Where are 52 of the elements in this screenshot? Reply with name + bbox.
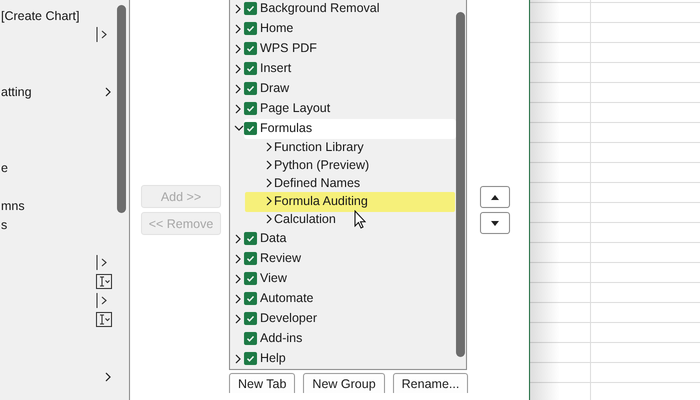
scrollbar-thumb[interactable]	[456, 12, 465, 357]
group-label[interactable]: Calculation	[274, 212, 336, 226]
dialog-button[interactable]: Rename...	[392, 373, 468, 393]
dialog-button[interactable]: New Tab	[229, 373, 296, 393]
checkbox[interactable]	[244, 232, 257, 245]
triangle-up-icon	[491, 194, 499, 200]
tab-label[interactable]: Draw	[260, 81, 290, 95]
list-item[interactable]: e	[0, 160, 8, 174]
checkbox[interactable]	[244, 62, 257, 75]
dialog-button[interactable]: New Group	[303, 373, 385, 393]
move-down-button[interactable]	[480, 212, 510, 234]
checkbox[interactable]	[244, 82, 257, 95]
checkbox[interactable]	[244, 102, 257, 115]
group-label[interactable]: Formula Auditing	[274, 194, 368, 208]
checkbox[interactable]	[244, 252, 257, 265]
checkbox[interactable]	[244, 22, 257, 35]
list-item[interactable]: s	[0, 218, 8, 232]
checkbox[interactable]	[244, 292, 257, 305]
list-item[interactable]: mns	[0, 198, 25, 212]
tab-label[interactable]: Home	[260, 21, 294, 35]
checkbox[interactable]	[244, 312, 257, 325]
tab-label[interactable]: WPS PDF	[260, 41, 317, 55]
checkbox[interactable]	[244, 42, 257, 55]
checkbox[interactable]	[244, 352, 257, 365]
tab-label[interactable]: Help	[260, 351, 286, 365]
text-dropdown-icon	[96, 312, 112, 327]
tab-label[interactable]: Developer	[260, 311, 317, 325]
chevron-right-icon	[104, 86, 112, 96]
triangle-down-icon	[491, 220, 499, 226]
tab-label[interactable]: Automate	[260, 291, 314, 305]
list-item[interactable]: atting	[0, 84, 32, 98]
tab-label[interactable]: View	[260, 271, 287, 285]
list-item[interactable]: [Create Chart]	[0, 8, 80, 22]
checkbox[interactable]	[244, 272, 257, 285]
group-label[interactable]: Python (Preview)	[274, 158, 370, 172]
checkbox[interactable]	[244, 332, 257, 345]
group-label[interactable]: Function Library	[274, 140, 364, 154]
tab-label[interactable]: Formulas	[260, 121, 312, 135]
tab-label[interactable]: Review	[260, 251, 301, 265]
tab-label[interactable]: Insert	[260, 61, 292, 75]
move-up-button[interactable]	[480, 186, 510, 208]
scrollbar-thumb[interactable]	[117, 5, 126, 213]
group-label[interactable]: Defined Names	[274, 176, 360, 190]
chevron-right-icon	[104, 372, 112, 382]
tab-label[interactable]: Data	[260, 231, 286, 245]
tab-label[interactable]: Page Layout	[260, 101, 330, 115]
checkbox[interactable]	[244, 122, 257, 135]
tab-label[interactable]: Add-ins	[260, 331, 302, 345]
tab-label[interactable]: Background Removal	[260, 1, 380, 15]
mouse-pointer-icon	[354, 210, 366, 229]
checkbox[interactable]	[244, 2, 257, 15]
text-dropdown-icon	[96, 274, 112, 289]
